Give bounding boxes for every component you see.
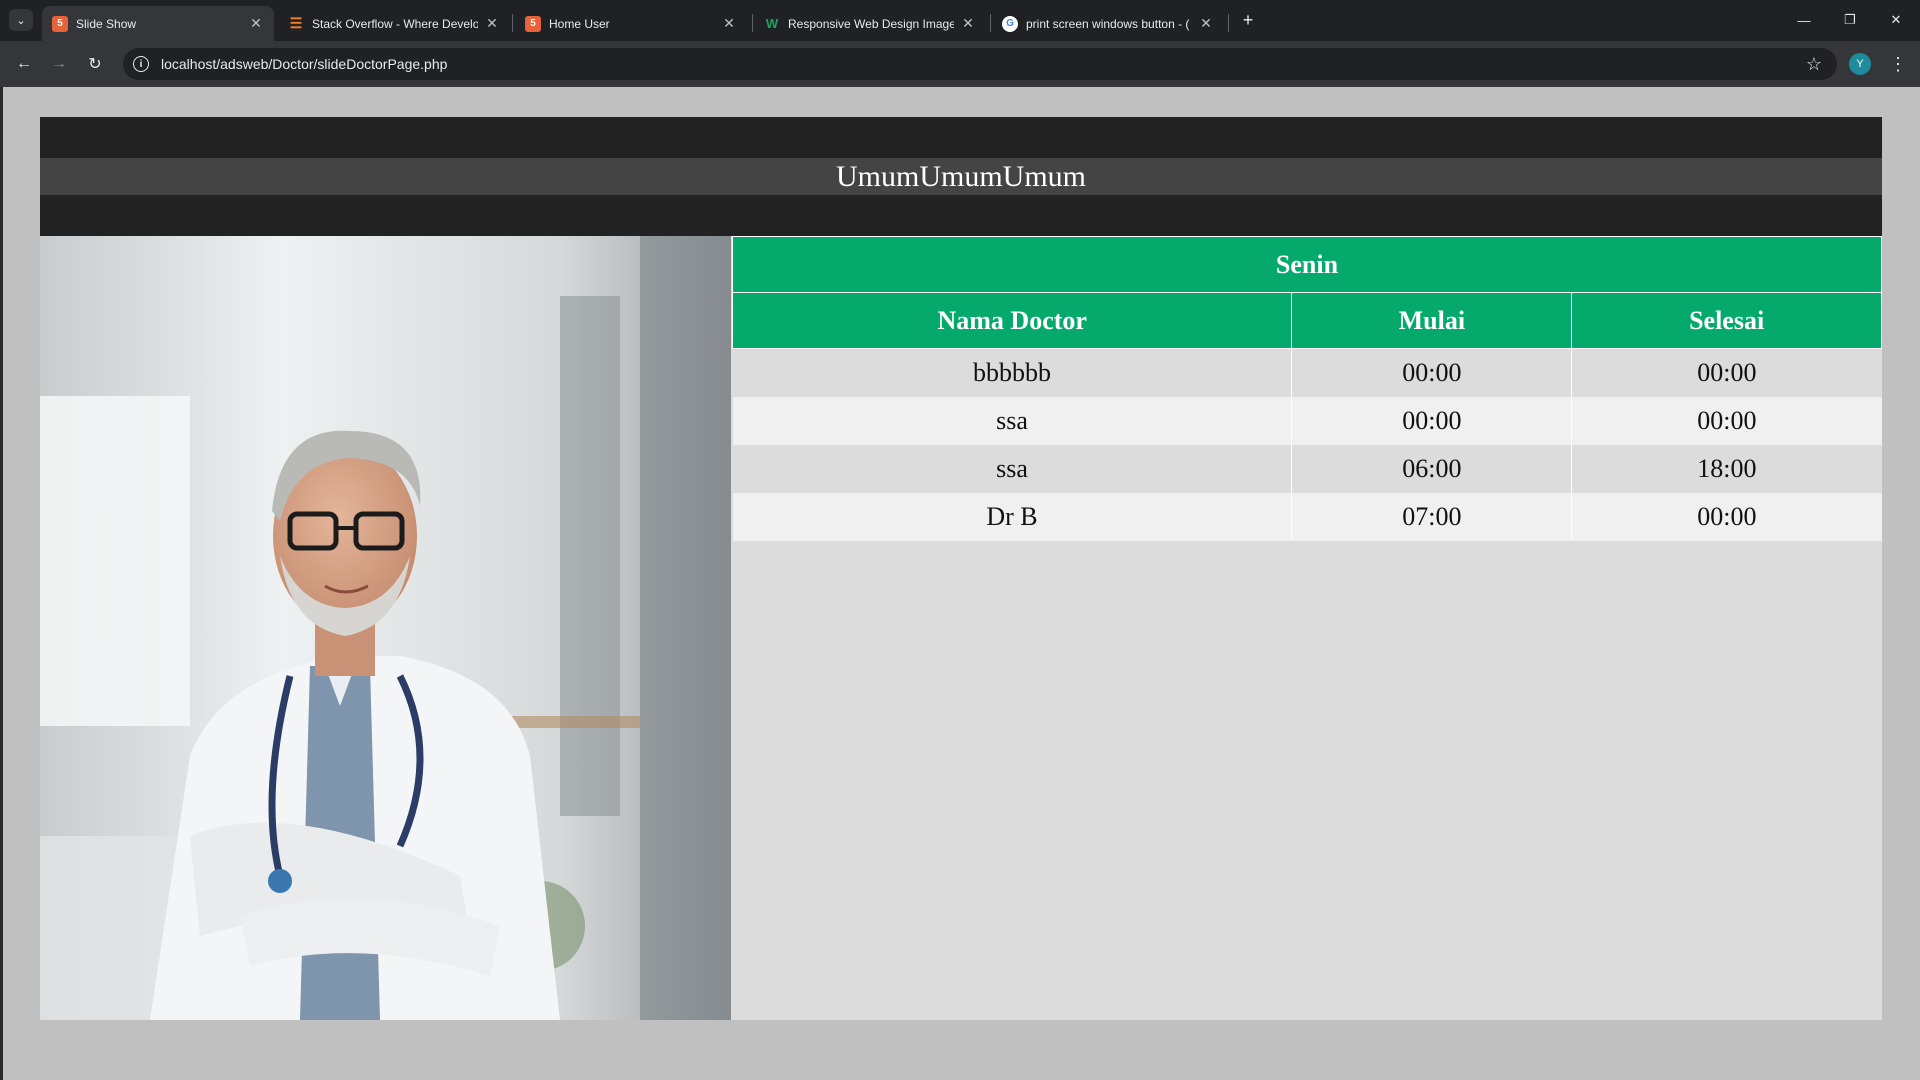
column-header-mulai: Mulai [1291,292,1573,349]
tab-title: Stack Overflow - Where Develo [312,16,478,31]
address-bar[interactable]: i localhost/adsweb/Doctor/slideDoctorPag… [123,48,1837,80]
end-time-cell: 00:00 [1571,396,1882,445]
html-file-icon: 5 [525,15,541,32]
header-title-band: UmumUmumUmum [40,158,1882,195]
tab-title: Home User [549,16,610,31]
start-time-cell: 00:00 [1291,396,1573,445]
close-tab-icon[interactable]: ✕ [484,15,500,32]
end-time-cell: 00:00 [1571,492,1882,541]
bookmark-star-icon[interactable]: ☆ [1799,54,1829,75]
close-tab-icon[interactable]: ✕ [1198,15,1214,32]
end-time-cell: 18:00 [1571,444,1882,493]
w3schools-icon: W [765,16,779,31]
forward-arrow-icon[interactable]: → [44,49,74,79]
doctor-name-cell: ssa [732,444,1293,493]
doctor-name-cell: bbbbbb [732,348,1293,397]
doctor-schedule-table: Senin Nama Doctor Mulai Selesai bbbbbb 0… [731,236,1882,541]
table-row: ssa 06:00 18:00 [732,444,1882,493]
slide-content: Senin Nama Doctor Mulai Selesai bbbbbb 0… [40,236,1882,1020]
schedule-day-header: Senin [732,236,1882,293]
column-header-nama-doctor: Nama Doctor [731,292,1293,349]
tab-separator [990,14,991,32]
google-icon: G [1002,15,1018,32]
tab-title: Slide Show [76,16,137,31]
profile-avatar[interactable]: Y [1849,53,1871,75]
page-header: UmumUmumUmum [40,117,1882,236]
end-time-cell: 00:00 [1571,348,1882,397]
stackoverflow-icon: ☰ [289,15,303,31]
tab-title: Responsive Web Design Images [788,16,954,31]
tab-separator [512,14,513,32]
tab-stack-overflow[interactable]: ☰ Stack Overflow - Where Develo ✕ [278,6,510,41]
table-row: ssa 00:00 00:00 [732,396,1882,445]
tab-separator [752,14,753,32]
back-arrow-icon[interactable]: ← [9,49,39,79]
start-time-cell: 00:00 [1291,348,1573,397]
doctor-photo [40,236,731,1020]
tab-title: print screen windows button - ( [1026,16,1190,31]
tab-home-user[interactable]: 5 Home User ✕ [515,6,747,41]
tab-slide-show[interactable]: 5 Slide Show ✕ [42,6,274,41]
browser-tab-bar: ⌄ 5 Slide Show ✕ ☰ Stack Overflow - Wher… [0,0,1920,41]
tab-search-chevron-icon[interactable]: ⌄ [9,9,33,31]
minimize-icon[interactable]: — [1781,0,1827,40]
restore-icon[interactable]: ❐ [1827,0,1873,40]
doctor-name-cell: Dr B [732,492,1293,541]
new-tab-plus-icon[interactable]: + [1236,9,1260,31]
close-tab-icon[interactable]: ✕ [248,15,264,32]
start-time-cell: 07:00 [1291,492,1573,541]
close-tab-icon[interactable]: ✕ [960,15,976,32]
table-row: bbbbbb 00:00 00:00 [732,348,1882,397]
tab-separator [1228,14,1229,32]
browser-toolbar: ← → ↻ i localhost/adsweb/Doctor/slideDoc… [0,41,1920,87]
site-info-icon[interactable]: i [133,56,149,72]
doctor-illustration [40,236,731,1020]
html-file-icon: 5 [52,15,68,32]
window-edge [0,87,3,1080]
page-viewport: UmumUmumUmum Senin Nama Doctor Mulai Sel… [0,87,1920,1080]
table-row: Dr B 07:00 00:00 [732,492,1882,541]
url-text[interactable]: localhost/adsweb/Doctor/slideDoctorPage.… [161,56,1799,72]
reload-icon[interactable]: ↻ [80,49,110,79]
tab-print-screen-search[interactable]: G print screen windows button - ( ✕ [992,6,1224,41]
start-time-cell: 06:00 [1291,444,1573,493]
doctor-name-cell: ssa [732,396,1293,445]
page-title: UmumUmumUmum [835,159,1086,193]
tab-responsive-web-design[interactable]: W Responsive Web Design Images ✕ [754,6,986,41]
close-tab-icon[interactable]: ✕ [721,15,737,32]
kebab-menu-icon[interactable]: ⋮ [1886,49,1910,79]
column-header-selesai: Selesai [1571,292,1882,349]
close-window-icon[interactable]: ✕ [1873,0,1919,40]
